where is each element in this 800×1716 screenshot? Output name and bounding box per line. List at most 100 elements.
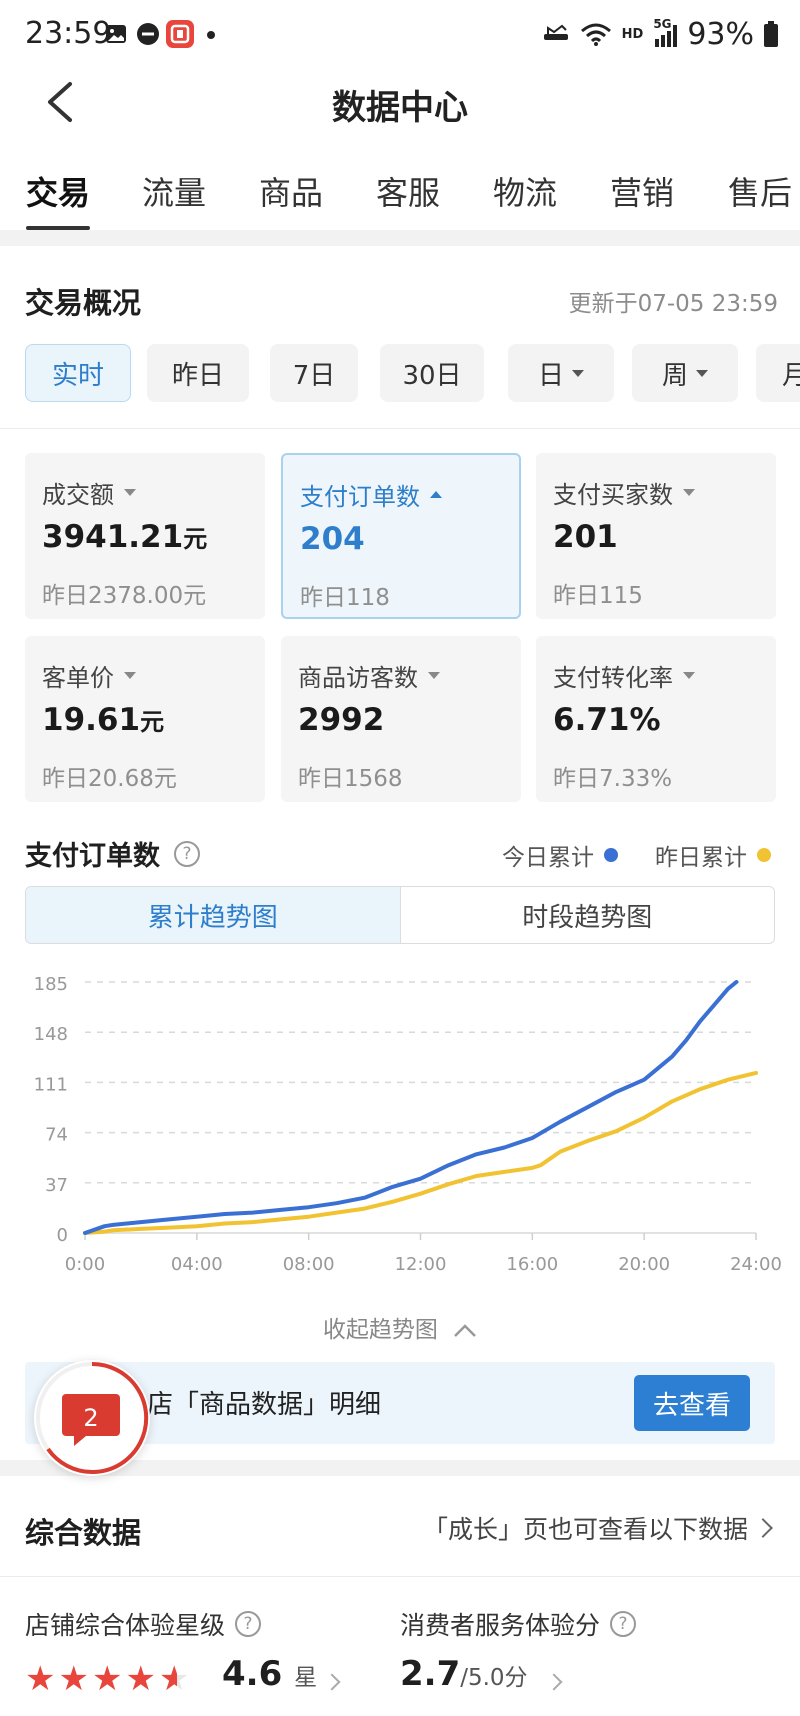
floating-message-button[interactable]: 2 bbox=[34, 1360, 150, 1476]
seg-cumulative[interactable]: 累计趋势图 bbox=[26, 887, 401, 943]
period-7-days[interactable]: 7日 bbox=[270, 344, 358, 402]
update-time: 更新于07-05 23:59 bbox=[568, 291, 778, 317]
y-tick-label: 0 bbox=[57, 1225, 68, 1246]
metric-value-row: 19.61元 bbox=[42, 702, 164, 738]
view-details-button[interactable]: 去查看 bbox=[634, 1375, 750, 1431]
metric-value: 19.61 bbox=[42, 702, 141, 738]
metric-prev: 昨日2378.00元 bbox=[42, 583, 207, 609]
comprehensive-title: 综合数据 bbox=[25, 1516, 142, 1550]
metric-value: 204 bbox=[300, 521, 365, 557]
metric-label: 客单价 bbox=[42, 664, 114, 692]
chart-title-row: 支付订单数 ? bbox=[25, 834, 200, 873]
nfc-icon bbox=[543, 24, 568, 40]
chart-title: 支付订单数 bbox=[25, 841, 160, 872]
battery-percent: 93% bbox=[687, 16, 754, 52]
metric-label-row: 支付订单数 bbox=[300, 477, 442, 512]
tab-logistics[interactable]: 物流 bbox=[493, 168, 557, 214]
caret-down-icon bbox=[428, 672, 440, 679]
period-day-dropdown[interactable]: 日 bbox=[508, 344, 614, 402]
metric-prev: 昨日1568 bbox=[298, 766, 403, 792]
x-tick-label: 12:00 bbox=[395, 1254, 447, 1275]
period-30-days[interactable]: 30日 bbox=[380, 344, 484, 402]
seg-hourly[interactable]: 时段趋势图 bbox=[401, 887, 775, 943]
section-separator bbox=[0, 230, 800, 246]
store-rating-value-row[interactable]: 4.6 星 bbox=[222, 1654, 317, 1694]
star-icon: ★ bbox=[25, 1659, 56, 1699]
half-star-icon: ★ ★ bbox=[158, 1659, 190, 1699]
cell-signal-icon: 5G bbox=[653, 17, 678, 47]
tab-traffic[interactable]: 流量 bbox=[142, 168, 206, 214]
page-title: 数据中心 bbox=[332, 88, 468, 128]
tab-trade[interactable]: 交易 bbox=[26, 168, 90, 214]
tab-bar: 交易 流量 商品 客服 物流 营销 售后 bbox=[0, 168, 800, 228]
status-bar: 23:59 HD 5G 93% bbox=[0, 0, 800, 70]
tab-products[interactable]: 商品 bbox=[259, 168, 323, 214]
metric-label-row: 商品访客数 bbox=[298, 658, 440, 693]
x-tick-label: 16:00 bbox=[506, 1254, 558, 1275]
service-score-max: /5.0分 bbox=[460, 1665, 528, 1691]
caret-down-icon bbox=[124, 489, 136, 496]
metric-card-paid-buyers[interactable]: 支付买家数 201 昨日115 bbox=[536, 453, 776, 619]
service-score-label-row: 消费者服务体验分 ? bbox=[400, 1606, 637, 1642]
store-rating-label: 店铺综合体验星级 bbox=[25, 1611, 226, 1640]
metric-label: 支付订单数 bbox=[300, 483, 420, 511]
wifi-icon bbox=[580, 23, 611, 46]
growth-link-label: 「成长」页也可查看以下数据 bbox=[422, 1515, 748, 1544]
store-rating-label-row: 店铺综合体验星级 ? bbox=[25, 1606, 262, 1642]
divider bbox=[0, 1576, 800, 1577]
caret-up-icon bbox=[430, 491, 442, 498]
collapse-chart-button[interactable]: 收起趋势图 bbox=[0, 1310, 800, 1344]
tab-marketing[interactable]: 营销 bbox=[610, 168, 674, 214]
period-realtime[interactable]: 实时 bbox=[25, 344, 131, 402]
metric-card-conversion[interactable]: 支付转化率 6.71% 昨日7.33% bbox=[536, 636, 776, 802]
y-tick-label: 74 bbox=[45, 1125, 68, 1146]
metric-card-paid-orders[interactable]: 支付订单数 204 昨日118 bbox=[281, 453, 521, 619]
star-icon: ★ bbox=[125, 1659, 156, 1699]
status-time: 23:59 bbox=[25, 16, 112, 51]
chart-mode-toggle: 累计趋势图 时段趋势图 bbox=[25, 886, 775, 944]
notification-dot-icon bbox=[207, 31, 215, 39]
growth-page-link[interactable]: 「成长」页也可查看以下数据 bbox=[422, 1510, 773, 1546]
chevron-right-icon bbox=[323, 1673, 341, 1691]
period-month-dropdown[interactable]: 月 bbox=[756, 344, 800, 402]
metric-prev: 昨日20.68元 bbox=[42, 766, 177, 792]
period-label: 30日 bbox=[402, 360, 462, 391]
legend-today-dot bbox=[604, 848, 618, 862]
collapse-label: 收起趋势图 bbox=[322, 1317, 438, 1343]
rating-stars: ★ ★ ★ ★ ★ ★ bbox=[25, 1662, 189, 1696]
metric-value-row: 2992 bbox=[298, 702, 384, 738]
help-icon[interactable]: ? bbox=[610, 1611, 637, 1637]
store-rating-value: 4.6 bbox=[222, 1654, 283, 1694]
tab-customer-service[interactable]: 客服 bbox=[376, 168, 440, 214]
help-icon[interactable]: ? bbox=[174, 840, 200, 867]
metric-value-row: 204 bbox=[300, 521, 365, 557]
y-tick-label: 148 bbox=[34, 1024, 68, 1045]
metric-value: 3941.21 bbox=[42, 519, 184, 555]
battery-icon bbox=[764, 21, 778, 47]
divider bbox=[0, 428, 800, 429]
service-score-value-row[interactable]: 2.7/5.0分 bbox=[400, 1654, 528, 1694]
metric-label-row: 客单价 bbox=[42, 658, 136, 693]
tab-after-sales[interactable]: 售后 bbox=[728, 168, 792, 214]
metric-value-row: 201 bbox=[553, 519, 618, 555]
status-right: HD 5G 93% bbox=[542, 14, 778, 54]
chevron-down-icon bbox=[696, 369, 708, 377]
caret-down-icon bbox=[683, 672, 695, 679]
metric-card-visitors[interactable]: 商品访客数 2992 昨日1568 bbox=[281, 636, 521, 802]
legend-yesterday-label: 昨日累计 bbox=[655, 845, 747, 871]
metric-label-row: 支付转化率 bbox=[553, 658, 695, 693]
period-week-dropdown[interactable]: 周 bbox=[632, 344, 738, 402]
metric-card-avg-order[interactable]: 客单价 19.61元 昨日20.68元 bbox=[25, 636, 265, 802]
period-yesterday[interactable]: 昨日 bbox=[147, 344, 249, 402]
metric-card-gmv[interactable]: 成交额 3941.21元 昨日2378.00元 bbox=[25, 453, 265, 619]
x-tick-label: 08:00 bbox=[283, 1254, 335, 1275]
help-icon[interactable]: ? bbox=[235, 1611, 262, 1637]
period-label: 周 bbox=[661, 360, 688, 391]
overview-title: 交易概况 bbox=[25, 286, 142, 320]
trend-chart: 0 37 74 111 148 185 0:00 04:00 08:00 12:00 16:00 20… bbox=[34, 974, 782, 1275]
legend-yesterday: 昨日累计 bbox=[655, 838, 771, 872]
period-label: 7日 bbox=[292, 360, 336, 391]
metric-value: 2992 bbox=[298, 702, 385, 738]
signal-label: 5G bbox=[653, 17, 672, 31]
period-label: 昨日 bbox=[171, 360, 224, 391]
